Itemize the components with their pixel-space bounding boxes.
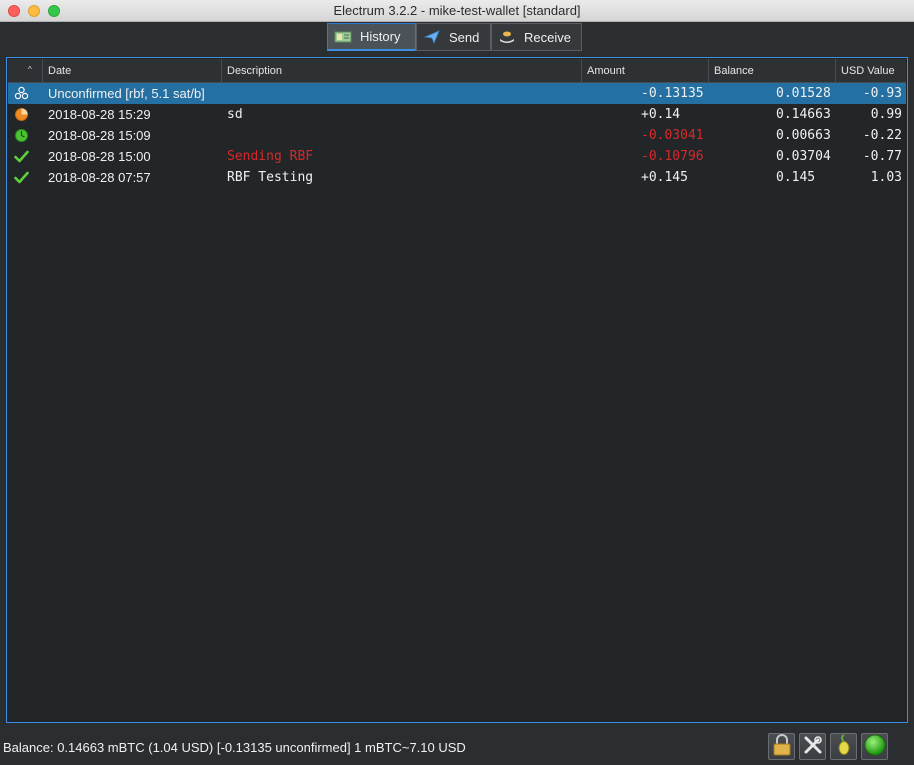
row-amount: -0.13135: [641, 86, 704, 101]
column-header-description[interactable]: Description: [222, 59, 582, 83]
row-balance: 0.14663: [776, 107, 831, 122]
receive-icon: [498, 29, 516, 45]
row-date: 2018-08-28 15:29: [48, 107, 151, 122]
tab-send-label: Send: [449, 29, 480, 45]
history-icon: [334, 29, 352, 45]
row-usd-value: -0.93: [862, 86, 902, 101]
row-usd-value: 0.99: [870, 107, 902, 122]
sort-indicator: ^: [28, 65, 32, 74]
seed-button[interactable]: [830, 733, 857, 760]
table-header: ^ Date Description Amount Balance USD Va…: [8, 59, 906, 83]
row-amount: +0.145: [641, 170, 688, 185]
clock-green-icon: [14, 128, 29, 143]
row-balance: 0.03704: [776, 149, 831, 164]
balance-status-text: Balance: 0.14663 mBTC (1.04 USD) [-0.131…: [3, 740, 466, 755]
window-title: Electrum 3.2.2 - mike-test-wallet [stand…: [333, 3, 581, 18]
preferences-button[interactable]: [799, 733, 826, 760]
unconfirmed-icon: [14, 86, 29, 101]
row-amount: +0.14: [641, 107, 681, 122]
status-bar: Balance: 0.14663 mBTC (1.04 USD) [-0.131…: [0, 730, 914, 765]
column-header-amount[interactable]: Amount: [582, 59, 709, 83]
tab-history[interactable]: History: [327, 23, 416, 51]
lock-button[interactable]: [768, 733, 795, 760]
row-date: 2018-08-28 15:09: [48, 128, 151, 143]
row-balance: 0.01528: [776, 86, 831, 101]
row-date: Unconfirmed [rbf, 5.1 sat/b]: [48, 86, 205, 101]
clock-orange-icon: [14, 107, 29, 122]
seed-icon: [835, 734, 853, 759]
network-status-icon: [864, 734, 886, 759]
tab-receive-label: Receive: [524, 29, 571, 45]
row-amount: -0.10796: [641, 149, 704, 164]
close-window-button[interactable]: [8, 5, 20, 17]
network-button[interactable]: [861, 733, 888, 760]
send-icon: [423, 29, 441, 45]
table-row[interactable]: 2018-08-28 15:00 Sending RBF -0.10796 0.…: [8, 146, 906, 167]
row-usd-value: 1.03: [870, 170, 902, 185]
tab-send[interactable]: Send: [416, 23, 491, 51]
tools-icon: [803, 735, 823, 758]
window-titlebar: Electrum 3.2.2 - mike-test-wallet [stand…: [0, 0, 914, 22]
row-description: sd: [227, 107, 243, 122]
row-balance: 0.145: [776, 170, 816, 185]
confirmed-check-icon: [14, 149, 29, 164]
table-row[interactable]: 2018-08-28 07:57 RBF Testing +0.145 0.14…: [8, 167, 906, 188]
lock-icon: [772, 734, 792, 759]
row-description: Sending RBF: [227, 149, 314, 164]
row-amount: -0.03041: [641, 128, 704, 143]
status-column-header[interactable]: ^: [8, 59, 43, 83]
table-row[interactable]: Unconfirmed [rbf, 5.1 sat/b] -0.13135 0.…: [8, 83, 906, 104]
zoom-window-button[interactable]: [48, 5, 60, 17]
row-usd-value: -0.22: [862, 128, 902, 143]
row-date: 2018-08-28 15:00: [48, 149, 151, 164]
tab-history-label: History: [360, 29, 401, 44]
row-usd-value: -0.77: [862, 149, 902, 164]
confirmed-check-icon: [14, 170, 29, 185]
tab-bar: History Send Receive: [0, 23, 914, 53]
history-panel: ^ Date Description Amount Balance USD Va…: [6, 57, 908, 723]
column-header-balance[interactable]: Balance: [709, 59, 836, 83]
tab-receive[interactable]: Receive: [491, 23, 582, 51]
column-header-usd-value[interactable]: USD Value: [836, 59, 906, 83]
row-description: RBF Testing: [227, 170, 314, 185]
minimize-window-button[interactable]: [28, 5, 40, 17]
table-row[interactable]: 2018-08-28 15:29 sd +0.14 0.14663 0.99: [8, 104, 906, 125]
row-date: 2018-08-28 07:57: [48, 170, 151, 185]
row-balance: 0.00663: [776, 128, 831, 143]
table-row[interactable]: 2018-08-28 15:09 -0.03041 0.00663 -0.22: [8, 125, 906, 146]
column-header-date[interactable]: Date: [43, 59, 222, 83]
